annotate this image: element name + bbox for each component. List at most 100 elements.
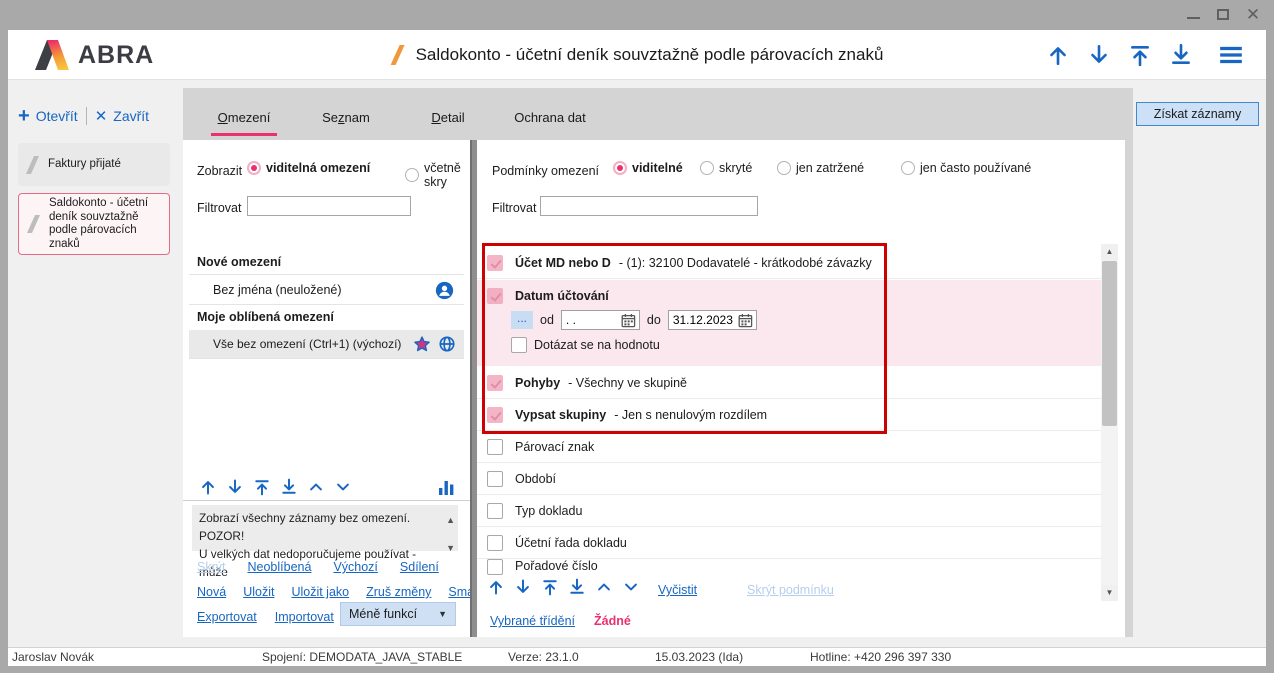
import-link[interactable]: Importovat [275,610,334,624]
scroll-down-icon[interactable]: ▼ [446,539,455,557]
save-link[interactable]: Uložit [243,585,274,599]
unfavorite-link[interactable]: Neoblíbená [247,560,311,574]
arrow-to-top-icon[interactable] [1128,43,1152,67]
show-label: Zobrazit [197,164,242,178]
get-records-button[interactable]: Získat záznamy [1136,102,1259,126]
status-date: 15.03.2023 (Ida) [655,650,743,664]
sharing-link[interactable]: Sdílení [400,560,439,574]
scroll-up-icon[interactable]: ▲ [446,511,455,529]
checkbox-unchecked[interactable] [487,503,503,519]
unnamed-restriction-row[interactable]: Bez jména (neuložené) [189,276,464,304]
date-to-field[interactable] [668,310,757,330]
condition-row[interactable]: Období [477,463,1101,495]
condition-row[interactable]: Účetní řada dokladu [477,527,1101,559]
arrow-down-icon[interactable] [1087,43,1111,67]
condition-row[interactable]: Pohyby - Všechny ve skupině [477,367,1101,399]
chevron-up-icon[interactable] [307,478,325,496]
save-as-link[interactable]: Uložit jako [291,585,349,599]
more-options-button[interactable]: ... [511,311,533,329]
checkbox-unchecked[interactable] [511,337,527,353]
less-functions-dropdown[interactable]: Méně funkcí ▼ [340,602,456,626]
move-to-bottom-icon[interactable] [280,478,298,496]
calendar-icon[interactable] [621,313,636,328]
condition-row[interactable]: Párovací znak [477,431,1101,463]
close-button[interactable]: ✕ [1240,0,1266,28]
checkbox-checked[interactable] [487,407,503,423]
open-button[interactable]: +Otevřít [18,106,78,126]
conditions-filter-input[interactable] [540,196,758,216]
selected-sorting-link[interactable]: Vybrané třídění [490,614,575,628]
checkbox-unchecked[interactable] [487,535,503,551]
move-to-top-icon[interactable] [541,578,559,596]
tab-detail[interactable]: Detail [397,96,499,138]
to-label: do [647,313,661,327]
sidebar-item-faktury[interactable]: Faktury přijaté [18,143,170,186]
move-up-icon[interactable] [199,478,217,496]
minimize-button[interactable] [1180,0,1206,28]
checkbox-checked[interactable] [487,255,503,271]
restriction-order-toolbar [199,478,352,496]
filter-input[interactable] [247,196,411,216]
sidebar-item-saldokonto[interactable]: Saldokonto - účetní deník souvztažně pod… [18,193,170,255]
clear-link[interactable]: Vyčistit [658,583,697,597]
tab-seznam[interactable]: Seznam [295,96,397,138]
radio-icon [777,161,791,175]
radio-checked-only[interactable]: jen zatržené [777,161,864,175]
default-link[interactable]: Výchozí [333,560,377,574]
condition-row[interactable]: Datum účtování [477,280,1101,312]
date-from-field[interactable] [561,310,640,330]
favorite-restriction-row[interactable]: Vše bez omezení (Ctrl+1) (výchozí) [189,330,464,358]
checkbox-unchecked[interactable] [487,439,503,455]
scroll-down-icon[interactable]: ▼ [1101,585,1118,601]
scroll-up-icon[interactable]: ▲ [1101,244,1118,260]
tab-ochrana-dat[interactable]: Ochrana dat [499,96,601,138]
hamburger-menu-icon[interactable] [1218,43,1244,67]
condition-row[interactable]: Vypsat skupiny - Jen s nenulovým rozdíle… [477,399,1101,431]
arrow-to-bottom-icon[interactable] [1169,43,1193,67]
note-scrollbar: ▲ ▼ [446,511,455,557]
export-link[interactable]: Exportovat [197,610,257,624]
checkbox-unchecked[interactable] [487,471,503,487]
checkbox-checked[interactable] [487,375,503,391]
close-tab-button[interactable]: ✕Zavřít [95,108,149,124]
radio-hidden-conditions[interactable]: skryté [700,161,752,175]
calendar-icon[interactable] [738,313,753,328]
discard-changes-link[interactable]: Zruš změny [366,585,431,599]
condition-row[interactable]: Typ dokladu [477,495,1101,527]
conditions-scrollbar[interactable]: ▲ ▼ [1101,244,1118,601]
ask-value-option[interactable]: Dotázat se na hodnotu [511,337,660,353]
app-window: ABRA Saldokonto - účetní deník souvztažn… [8,30,1266,666]
move-up-icon[interactable] [487,578,505,596]
checkbox-unchecked[interactable] [487,559,503,575]
date-to-input[interactable] [673,313,735,327]
checkbox-checked[interactable] [487,288,503,304]
panel-splitter[interactable] [470,140,477,637]
maximize-icon [1217,9,1229,20]
radio-including-hidden[interactable]: včetně skry [405,161,470,189]
new-link[interactable]: Nová [197,585,226,599]
chevron-down-icon[interactable] [622,578,640,596]
favorite-star-icon[interactable] [413,335,431,353]
header-toolbar [1046,30,1244,80]
tab-omezeni[interactable]: Omezení [193,96,295,138]
move-to-top-icon[interactable] [253,478,271,496]
chevron-down-icon[interactable] [334,478,352,496]
move-down-icon[interactable] [514,578,532,596]
maximize-button[interactable] [1210,0,1236,28]
arrow-up-icon[interactable] [1046,43,1070,67]
divider [86,107,87,125]
scrollbar-thumb[interactable] [1102,261,1117,426]
open-label: Otevřít [36,108,78,124]
date-from-input[interactable] [566,313,618,327]
radio-visible-conditions[interactable]: viditelné [613,161,683,175]
move-to-bottom-icon[interactable] [568,578,586,596]
condition-row[interactable]: Účet MD nebo D - (1): 32100 Dodavatelé -… [477,247,1101,279]
radio-visible-restrictions[interactable]: viditelná omezení [247,161,370,175]
globe-icon[interactable] [438,335,456,353]
chevron-up-icon[interactable] [595,578,613,596]
restriction-description: Zobrazí všechny záznamy bez omezení. POZ… [192,505,458,551]
radio-icon [613,161,627,175]
move-down-icon[interactable] [226,478,244,496]
radio-frequently-used[interactable]: jen často používané [901,161,1031,175]
chart-icon[interactable] [438,478,456,501]
